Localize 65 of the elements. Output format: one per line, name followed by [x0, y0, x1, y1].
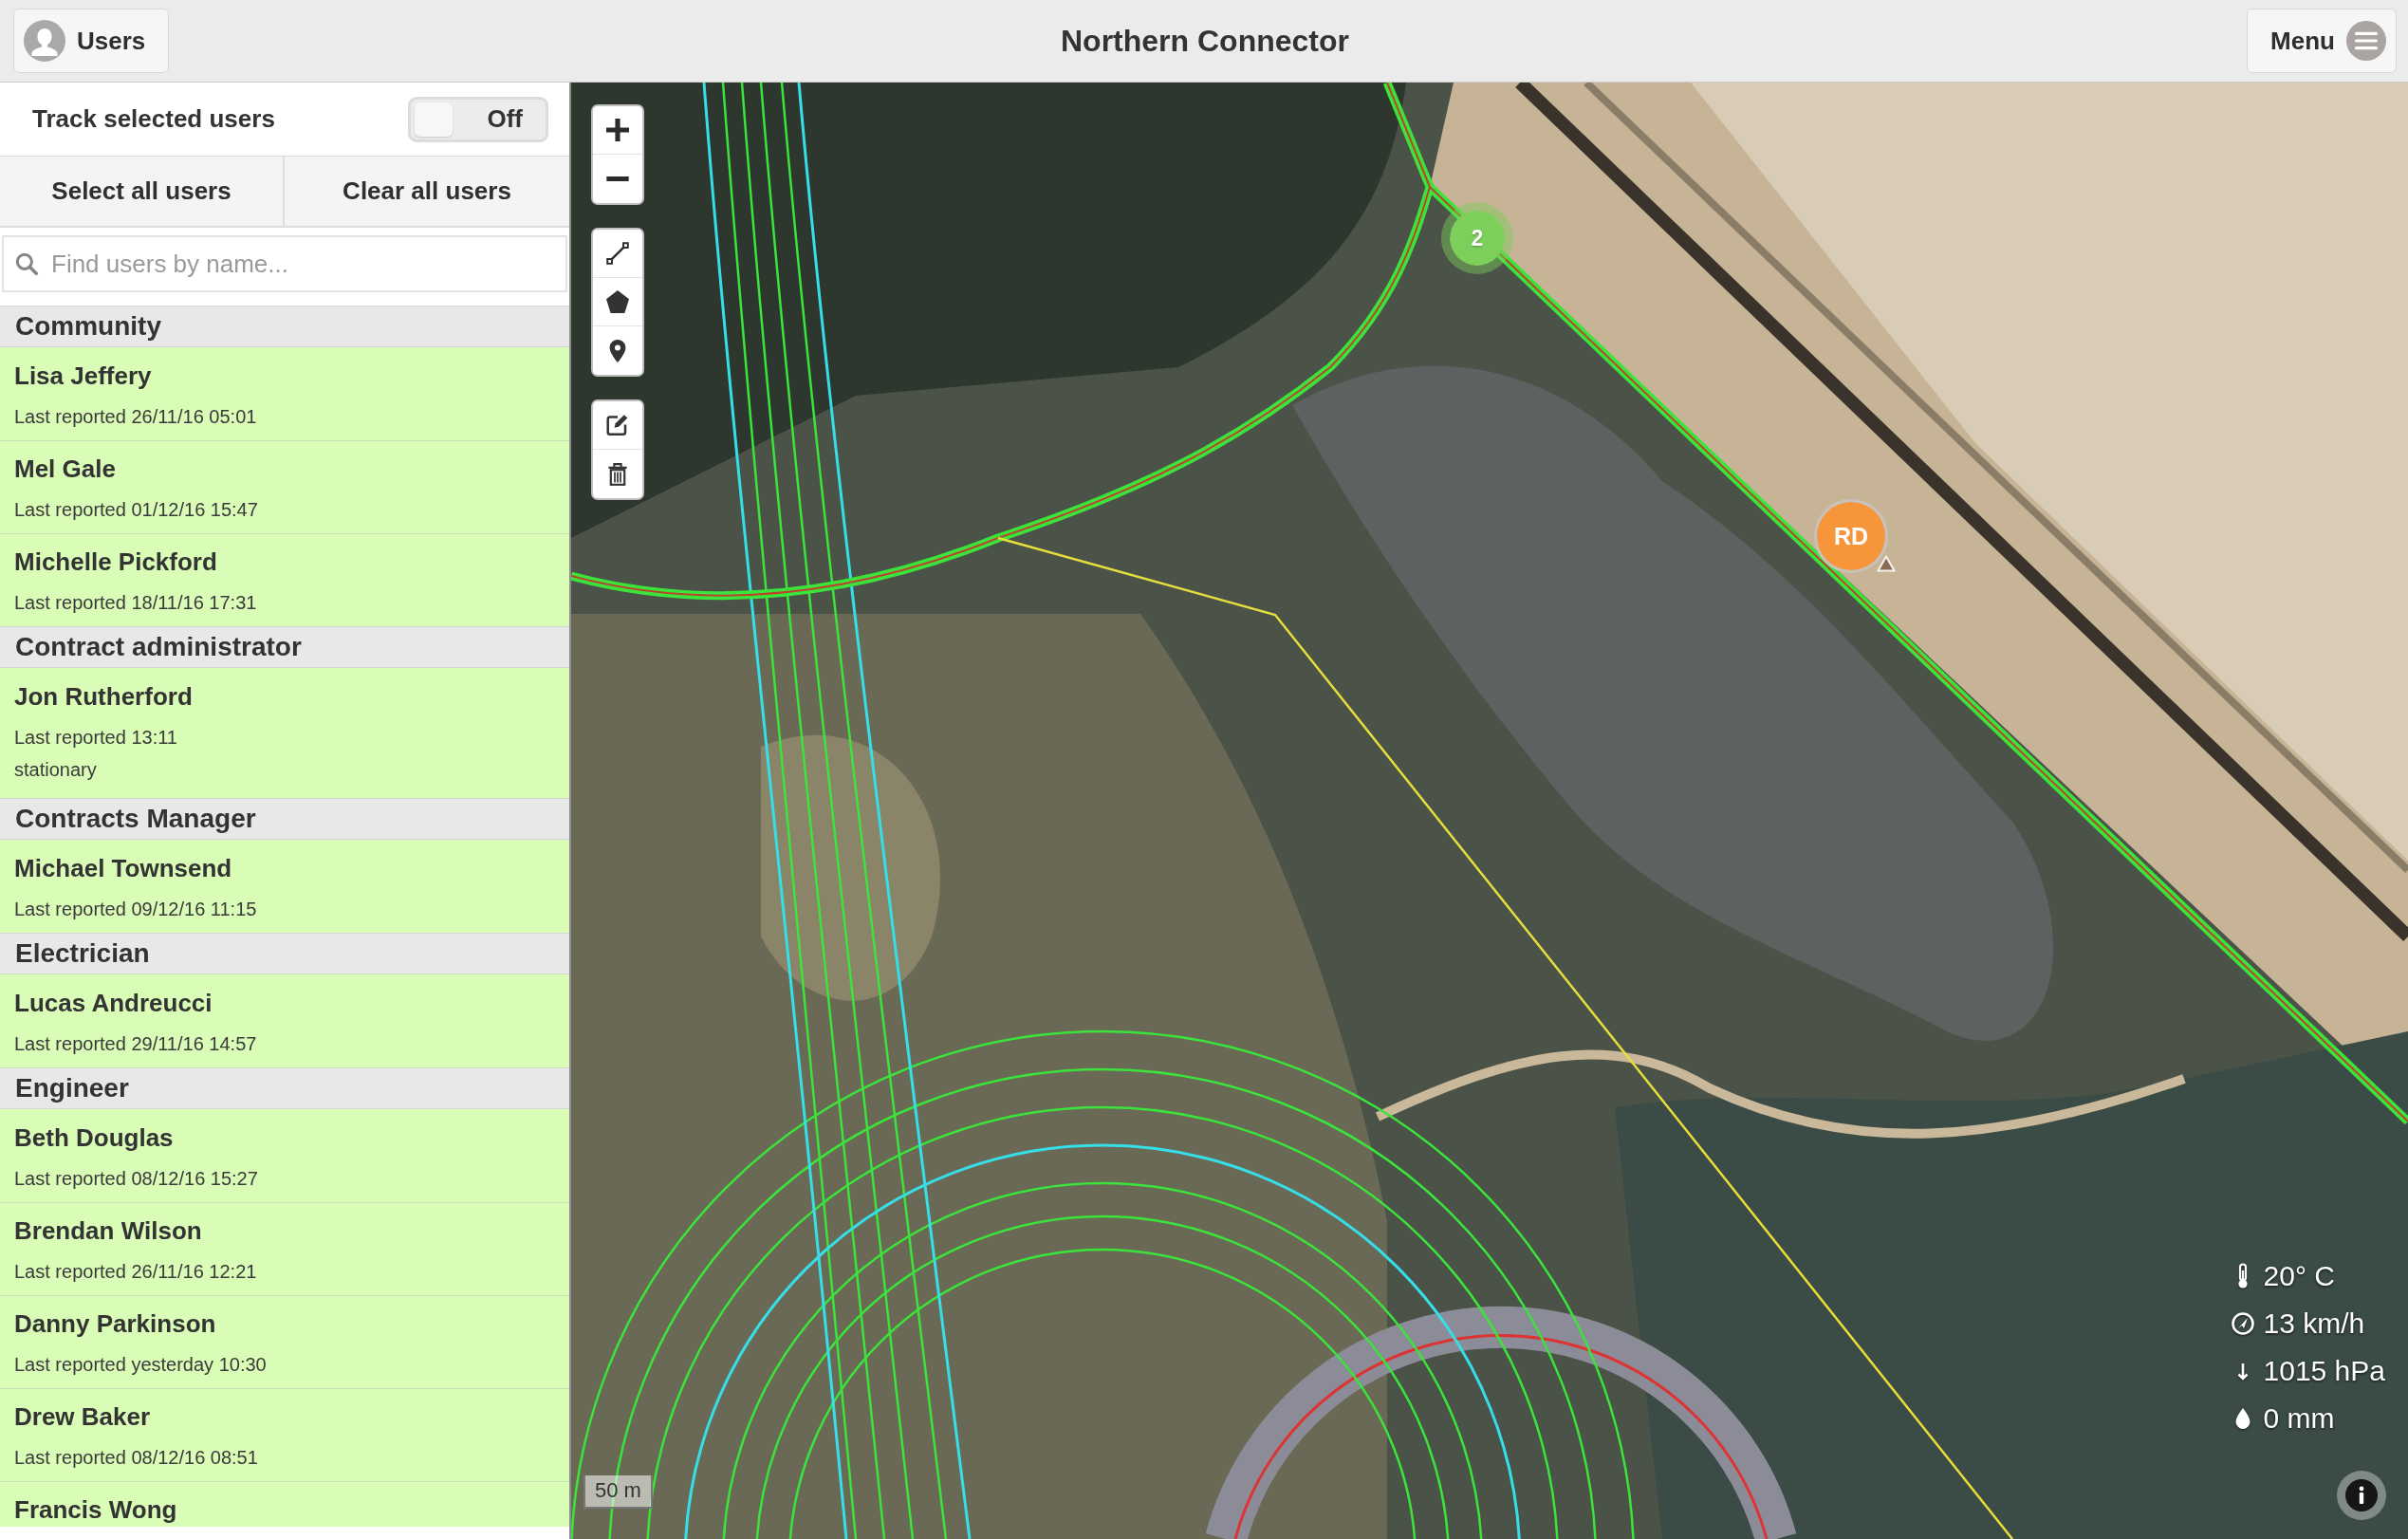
user-row[interactable]: Drew Baker Last reported 08/12/16 08:51	[0, 1388, 569, 1481]
last-reported: Last reported 26/11/16 12:21	[14, 1260, 257, 1284]
last-reported: Last reported 08/12/16 08:51	[14, 1446, 258, 1470]
edit-icon	[606, 414, 629, 436]
user-row[interactable]: Brendan Wilson Last reported 26/11/16 12:21	[0, 1202, 569, 1295]
app-title: Northern Connector	[1061, 23, 1349, 59]
group-header: Contracts Manager	[0, 798, 569, 840]
user-name: Beth Douglas	[14, 1122, 174, 1154]
user-name: Lisa Jeffery	[14, 361, 152, 392]
pentagon-icon	[606, 290, 629, 313]
group-header: Electrician	[0, 933, 569, 974]
scale-bar: 50 m	[583, 1475, 653, 1509]
last-reported: Last reported 13:11	[14, 726, 177, 750]
zoom-in-button[interactable]	[593, 106, 642, 155]
user-row[interactable]: Michael Townsend Last reported 09/12/16 11:15	[0, 840, 569, 933]
compass-icon	[2231, 1310, 2254, 1337]
trash-icon	[606, 462, 629, 486]
group-header: Community	[0, 306, 569, 347]
user-row[interactable]: Danny Parkinson Last reported yesterday 10:30	[0, 1295, 569, 1388]
menu-button[interactable]: Menu	[2247, 9, 2397, 73]
user-name: Michael Townsend	[14, 853, 232, 884]
minus-icon	[606, 176, 629, 181]
user-row[interactable]: Beth Douglas Last reported 08/12/16 15:27	[0, 1109, 569, 1202]
line-icon	[606, 242, 629, 265]
user-row[interactable]: Michelle Pickford Last reported 18/11/16 17:31	[0, 533, 569, 626]
last-reported: Last reported 18/11/16 17:31	[14, 591, 257, 615]
group-header: Engineer	[0, 1067, 569, 1109]
user-avatar-icon	[24, 20, 65, 62]
user-name: Drew Baker	[14, 1401, 151, 1433]
users-button[interactable]: Users	[13, 9, 170, 73]
info-button[interactable]	[2337, 1471, 2386, 1520]
user-name: Francis Wong	[14, 1494, 177, 1526]
menu-icon	[2346, 21, 2386, 61]
info-icon	[2345, 1479, 2378, 1511]
user-name: Brendan Wilson	[14, 1215, 202, 1247]
last-reported: Last reported 01/12/16 15:47	[14, 498, 258, 522]
user-name: Danny Parkinson	[14, 1308, 216, 1340]
weather-reading: 1015 hPa	[2263, 1355, 2385, 1387]
last-reported: Last reported 08/12/16 15:27	[14, 1167, 258, 1191]
user-name: Jon Rutherford	[14, 681, 193, 713]
user-row[interactable]: Francis Wong	[0, 1481, 569, 1527]
user-row[interactable]: Lisa Jeffery Last reported 26/11/16 05:01	[0, 347, 569, 440]
track-label: Track selected users	[32, 104, 275, 134]
weather-reading: 13 km/h	[2263, 1307, 2365, 1340]
last-reported: Last reported 26/11/16 05:01	[14, 405, 257, 429]
weather-reading: 20° C	[2263, 1260, 2335, 1292]
last-reported: Last reported 29/11/16 14:57	[14, 1032, 257, 1056]
user-row[interactable]: Mel Gale Last reported 01/12/16 15:47	[0, 440, 569, 533]
weather-reading: 0 mm	[2263, 1402, 2335, 1435]
search-field[interactable]: Find users by name...	[2, 235, 567, 292]
last-reported: Last reported 09/12/16 11:15	[14, 898, 257, 921]
track-toggle[interactable]: Off	[408, 96, 548, 142]
user-name: Michelle Pickford	[14, 547, 217, 578]
user-row[interactable]: Jon Rutherford Last reported 13:11 stationary	[0, 668, 569, 798]
draw-line-button[interactable]	[593, 230, 642, 278]
plus-icon	[606, 119, 629, 141]
search-icon	[14, 251, 39, 276]
user-row[interactable]: Lucas Andreucci Last reported 29/11/16 14:57	[0, 974, 569, 1067]
group-header: Contract administrator	[0, 626, 569, 668]
last-reported: Last reported yesterday 10:30	[14, 1353, 267, 1377]
edit-button[interactable]	[593, 401, 642, 450]
heading-arrow-icon	[1877, 555, 1896, 572]
user-status: stationary	[14, 758, 97, 782]
user-name: Lucas Andreucci	[14, 988, 213, 1019]
user-name: Mel Gale	[14, 454, 116, 485]
